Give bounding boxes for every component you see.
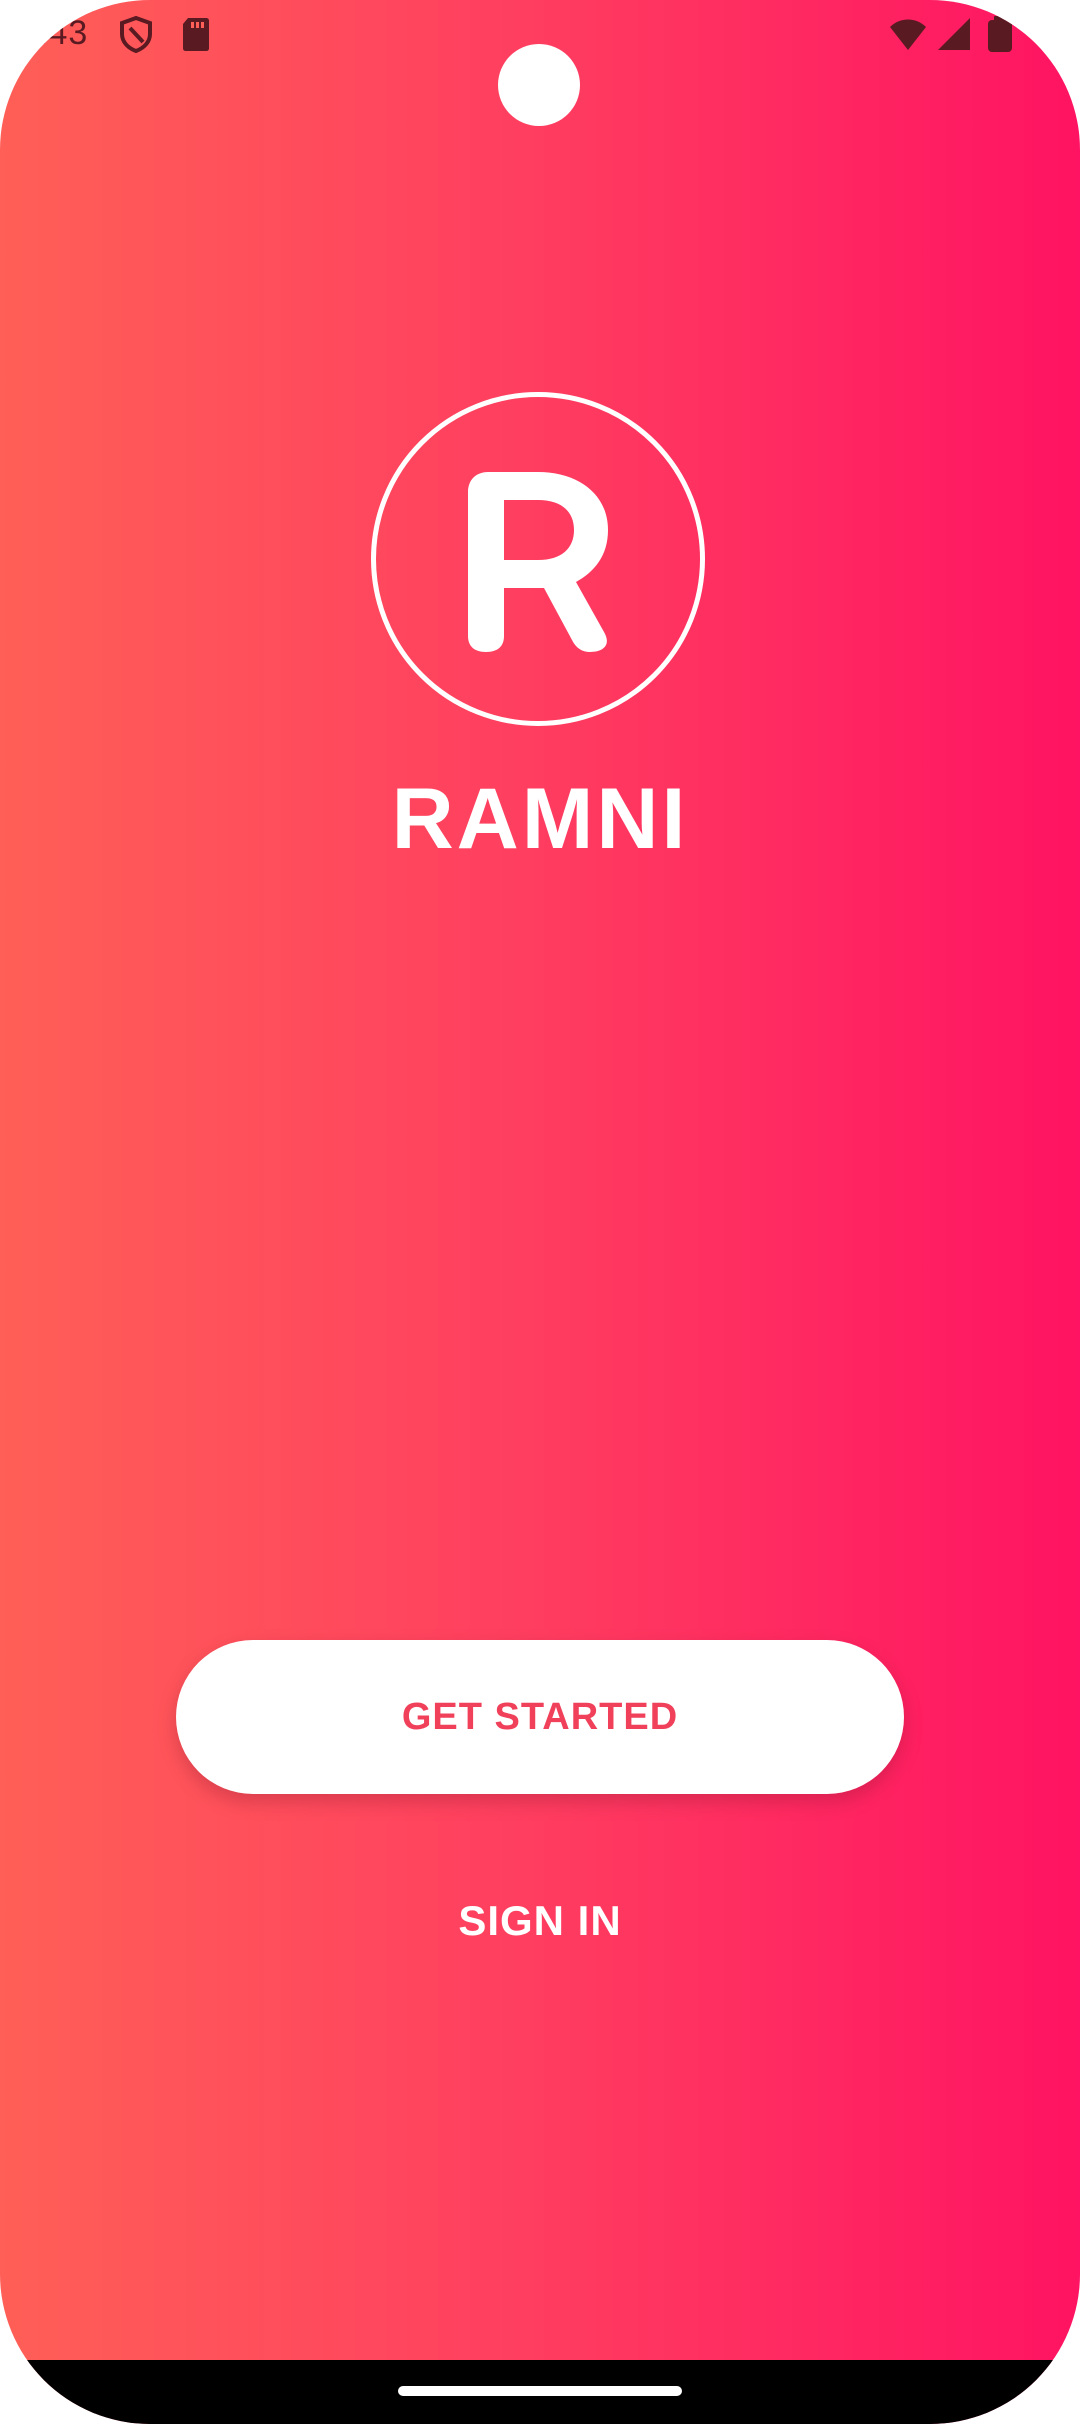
app-screen: :43 RAMNI GET STARTED SIGN IN	[0, 0, 1080, 2424]
sd-card-icon	[183, 18, 209, 51]
shield-icon	[120, 15, 152, 54]
signal-icon	[938, 18, 970, 50]
sign-in-link[interactable]: SIGN IN	[390, 1888, 690, 1954]
wifi-icon	[890, 19, 926, 50]
status-time: :43	[38, 14, 89, 52]
logo-r-icon	[468, 472, 608, 652]
get-started-label: GET STARTED	[401, 1695, 679, 1738]
get-started-button[interactable]: GET STARTED	[176, 1640, 904, 1794]
battery-icon	[988, 16, 1012, 52]
camera-cutout	[498, 44, 580, 126]
home-gesture-handle[interactable]	[398, 2386, 682, 2396]
app-title: RAMNI	[391, 771, 689, 867]
navigation-bar	[0, 2360, 1080, 2424]
